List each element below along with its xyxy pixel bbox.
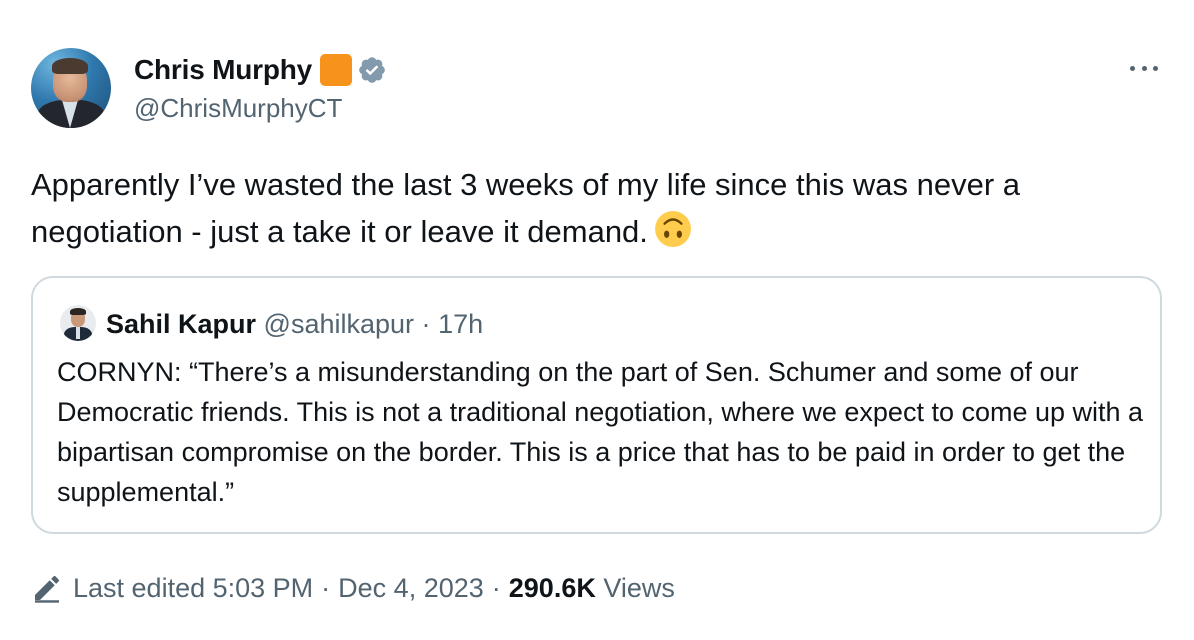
footer-separator: · (321, 572, 331, 603)
quoted-display-name[interactable]: Sahil Kapur (106, 309, 256, 339)
author-handle[interactable]: @ChrisMurphyCT (134, 93, 342, 124)
tweet-footer: Last edited 5:03 PM · Dec 4, 2023 · 290.… (31, 570, 675, 606)
pencil-edit-icon[interactable] (31, 572, 63, 604)
tweet-body: Apparently I’ve wasted the last 3 weeks … (31, 167, 1021, 249)
quoted-tweet[interactable]: Sahil Kapur @sahilkapur · 17h CORNYN: “T… (31, 276, 1162, 534)
orange-square-icon[interactable] (320, 54, 353, 86)
quoted-handle[interactable]: @sahilkapur (264, 309, 414, 339)
views-count: 290.6K (508, 572, 596, 603)
tweet-date[interactable]: Dec 4, 2023 (338, 573, 484, 604)
verified-badge-icon[interactable] (357, 55, 387, 85)
quoted-separator: · (421, 309, 431, 339)
footer-separator: · (491, 572, 501, 603)
last-edited-label[interactable]: Last edited 5:03 PM (73, 573, 313, 604)
more-options-icon[interactable] (1128, 58, 1160, 78)
tweet-card: Chris Murphy @ChrisMurphyCT Apparently I… (0, 0, 1194, 640)
tweet-text: Apparently I’ve wasted the last 3 weeks … (31, 161, 1171, 255)
author-display-name[interactable]: Chris Murphy (134, 54, 312, 86)
upside-down-face-emoji-icon (654, 211, 691, 247)
quoted-header: Sahil Kapur @sahilkapur · 17h (106, 306, 483, 342)
quoted-text: CORNYN: “There’s a misunderstanding on t… (57, 357, 1144, 507)
quoted-time[interactable]: 17h (438, 309, 483, 339)
author-avatar[interactable] (31, 48, 111, 128)
views-label: Views (603, 572, 675, 603)
author-name-row: Chris Murphy (134, 50, 387, 90)
quoted-author-avatar[interactable] (60, 305, 96, 341)
